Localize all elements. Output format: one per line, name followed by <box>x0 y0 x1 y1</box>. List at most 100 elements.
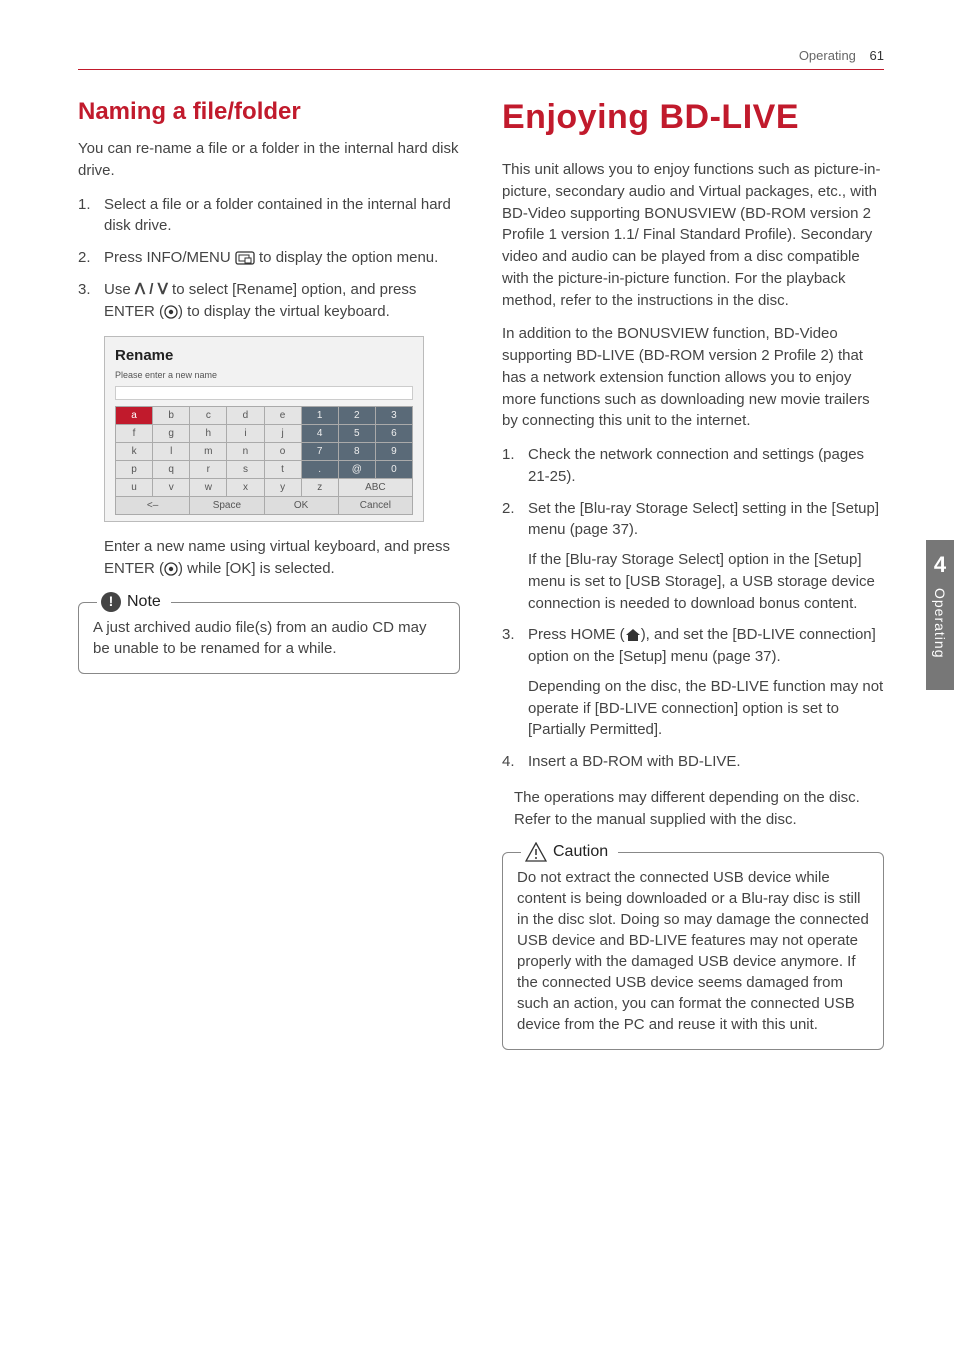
kbd-ok: OK <box>264 497 338 515</box>
caution-body: Do not extract the connected USB device … <box>517 869 869 1033</box>
kbd-key: h <box>190 425 227 443</box>
list-item: Press INFO/MENU to display the option me… <box>78 247 460 269</box>
kbd-key: n <box>227 443 264 461</box>
list-item: Use ᐱ / ᐯ to select [Rename] option, and… <box>78 279 460 323</box>
kbd-key: 9 <box>375 443 412 461</box>
kbd-title: Rename <box>115 347 413 364</box>
kbd-key: t <box>264 461 301 479</box>
right-p1: This unit allows you to enjoy functions … <box>502 159 884 311</box>
info-menu-icon <box>235 251 255 265</box>
left-steps: Select a file or a folder contained in t… <box>78 194 460 323</box>
kbd-key: j <box>264 425 301 443</box>
kbd-key: y <box>264 479 301 497</box>
manual-page: Operating 61 Naming a file/folder You ca… <box>0 0 954 1090</box>
list-item: Set the [Blu-ray Storage Select] setting… <box>502 498 884 615</box>
kbd-backspace: <– <box>116 497 190 515</box>
kbd-key: 5 <box>338 425 375 443</box>
virtual-keyboard-figure: Rename Please enter a new name a b c d e… <box>104 336 424 522</box>
kbd-subtitle: Please enter a new name <box>115 370 413 380</box>
left-title: Naming a file/folder <box>78 98 460 126</box>
right-steps: Check the network connection and setting… <box>502 444 884 773</box>
up-down-arrows-icon: ᐱ / ᐯ <box>135 281 168 298</box>
kbd-cancel: Cancel <box>338 497 412 515</box>
kbd-key: 7 <box>301 443 338 461</box>
kbd-key: 4 <box>301 425 338 443</box>
side-tab-label: Operating <box>932 588 948 658</box>
kbd-key: b <box>153 407 190 425</box>
kbd-grid: a b c d e 1 2 3 f g h i j <box>115 406 413 515</box>
header-page-number: 61 <box>870 48 884 63</box>
step-text: Press HOME ( <box>528 626 625 643</box>
kbd-space: Space <box>190 497 264 515</box>
kbd-key: k <box>116 443 153 461</box>
kbd-key: 8 <box>338 443 375 461</box>
note-callout: ! Note A just archived audio file(s) fro… <box>78 602 460 674</box>
kbd-key: s <box>227 461 264 479</box>
kbd-key: 1 <box>301 407 338 425</box>
step-sub: Depending on the disc, the BD-LIVE funct… <box>528 676 884 741</box>
kbd-key: g <box>153 425 190 443</box>
list-item: Insert a BD-ROM with BD-LIVE. <box>502 751 884 773</box>
step-text: ) to display the virtual keyboard. <box>178 303 390 320</box>
left-column: Naming a file/folder You can re-name a f… <box>78 98 460 1050</box>
kbd-key: 0 <box>375 461 412 479</box>
caution-callout: Caution Do not extract the connected USB… <box>502 852 884 1050</box>
note-label: ! Note <box>97 591 171 613</box>
kbd-key: p <box>116 461 153 479</box>
kbd-key: v <box>153 479 190 497</box>
list-item: Check the network connection and setting… <box>502 444 884 488</box>
right-p2: In addition to the BONUSVIEW function, B… <box>502 323 884 432</box>
kbd-key: 3 <box>375 407 412 425</box>
kbd-key: q <box>153 461 190 479</box>
kbd-key: 2 <box>338 407 375 425</box>
kbd-name-input <box>115 386 413 400</box>
kbd-key: a <box>116 407 153 425</box>
note-label-text: Note <box>127 591 161 613</box>
kbd-key: f <box>116 425 153 443</box>
kbd-key: u <box>116 479 153 497</box>
enter-icon <box>164 562 178 576</box>
kbd-key: d <box>227 407 264 425</box>
list-item: Press HOME (), and set the [BD-LIVE conn… <box>502 624 884 741</box>
kbd-key: 6 <box>375 425 412 443</box>
header-section: Operating <box>799 48 856 63</box>
step-text: Use <box>104 281 135 298</box>
caution-label-text: Caution <box>553 841 608 863</box>
kbd-key: r <box>190 461 227 479</box>
right-title: Enjoying BD-LIVE <box>502 98 884 137</box>
step-text: Press INFO/MENU <box>104 249 235 266</box>
kbd-key: l <box>153 443 190 461</box>
home-icon <box>625 628 641 642</box>
kbd-key: x <box>227 479 264 497</box>
kbd-key: ABC <box>338 479 412 497</box>
list-item: Select a file or a folder contained in t… <box>78 194 460 238</box>
step-text: Set the [Blu-ray Storage Select] setting… <box>528 500 879 539</box>
step-text: Check the network connection and setting… <box>528 446 864 485</box>
content-columns: Naming a file/folder You can re-name a f… <box>78 98 884 1050</box>
kbd-key: . <box>301 461 338 479</box>
kbd-key: w <box>190 479 227 497</box>
step-text: to display the option menu. <box>255 249 438 266</box>
left-intro: You can re-name a file or a folder in th… <box>78 138 460 182</box>
step-sub: If the [Blu-ray Storage Select] option i… <box>528 549 884 614</box>
caution-icon <box>525 842 547 862</box>
kbd-key: e <box>264 407 301 425</box>
kbd-key: m <box>190 443 227 461</box>
kbd-key: i <box>227 425 264 443</box>
enter-icon <box>164 305 178 319</box>
right-closing: The operations may different depending o… <box>514 787 884 831</box>
step-text: Select a file or a folder contained in t… <box>104 196 451 235</box>
kbd-key: o <box>264 443 301 461</box>
step-text: Insert a BD-ROM with BD-LIVE. <box>528 753 741 770</box>
side-tab: 4 Operating <box>926 540 954 690</box>
kbd-key: @ <box>338 461 375 479</box>
page-header: Operating 61 <box>78 48 884 70</box>
caution-label: Caution <box>521 841 618 863</box>
note-icon: ! <box>101 592 121 612</box>
right-column: Enjoying BD-LIVE This unit allows you to… <box>502 98 884 1050</box>
kbd-key: c <box>190 407 227 425</box>
text: ) while [OK] is selected. <box>178 560 335 577</box>
note-body: A just archived audio file(s) from an au… <box>93 619 426 657</box>
side-tab-number: 4 <box>934 552 946 578</box>
kbd-key: z <box>301 479 338 497</box>
